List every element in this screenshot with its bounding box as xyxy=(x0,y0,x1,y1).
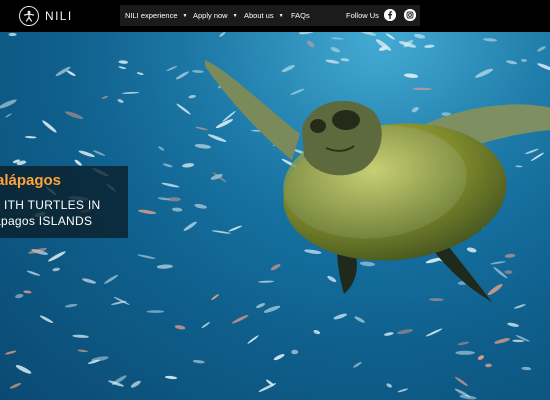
nav-item-label: Apply now xyxy=(193,11,228,20)
fish xyxy=(455,350,475,355)
caption-line-2: ITH TURTLES IN xyxy=(4,198,101,212)
fish xyxy=(167,197,181,202)
follow-us-label: Follow Us xyxy=(346,5,379,26)
nav-item-label: NILI experience xyxy=(125,11,178,20)
brand-name: NILI xyxy=(45,9,73,23)
nav-item-nili-experience[interactable]: NILI experience ▼ xyxy=(125,5,187,26)
nav-item-apply-now[interactable]: Apply now ▼ xyxy=(193,5,238,26)
nav-item-faqs[interactable]: FAQs xyxy=(291,5,310,26)
caret-down-icon: ▼ xyxy=(182,12,188,19)
caption-title: alápagos xyxy=(0,172,62,189)
fish xyxy=(146,310,165,313)
navigation-bar: NILI experience ▼ Apply now ▼ About us ▼… xyxy=(120,5,420,26)
caption-line-3: ápagos ISLANDS xyxy=(0,214,93,228)
caret-down-icon: ▼ xyxy=(278,12,284,19)
facebook-icon[interactable] xyxy=(384,9,396,21)
follow-us-text: Follow Us xyxy=(346,11,379,20)
instagram-icon[interactable] xyxy=(404,9,416,21)
hero-caption: alápagos ITH TURTLES IN ápagos ISLANDS xyxy=(0,166,128,238)
caret-down-icon: ▼ xyxy=(232,12,238,19)
nav-item-label: About us xyxy=(244,11,274,20)
person-in-circle-icon xyxy=(19,6,39,26)
logo[interactable]: NILI xyxy=(19,5,73,27)
nav-item-label: FAQs xyxy=(291,11,310,20)
page: NILI NILI experience ▼ Apply now ▼ About… xyxy=(0,0,550,400)
hero-banner: alápagos ITH TURTLES IN ápagos ISLANDS xyxy=(0,32,550,400)
header: NILI NILI experience ▼ Apply now ▼ About… xyxy=(0,0,550,32)
nav-item-about-us[interactable]: About us ▼ xyxy=(244,5,284,26)
